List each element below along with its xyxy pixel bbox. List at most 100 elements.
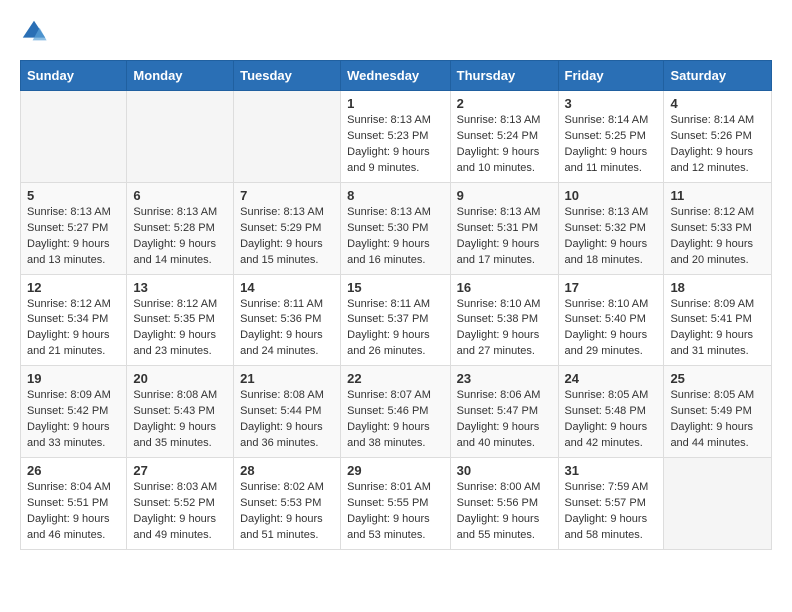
day-number: 30: [457, 463, 552, 478]
day-number: 7: [240, 188, 334, 203]
day-info: Sunrise: 8:11 AMSunset: 5:37 PMDaylight:…: [347, 297, 444, 361]
day-info: Sunrise: 8:13 AMSunset: 5:23 PMDaylight:…: [347, 113, 444, 177]
calendar-cell: 11 Sunrise: 8:12 AMSunset: 5:33 PMDayligh…: [664, 182, 772, 274]
day-number: 1: [347, 96, 444, 111]
day-info: Sunrise: 8:13 AMSunset: 5:24 PMDaylight:…: [457, 113, 552, 177]
calendar-cell: 1 Sunrise: 8:13 AMSunset: 5:23 PMDaylight…: [341, 91, 451, 183]
day-info: Sunrise: 8:03 AMSunset: 5:52 PMDaylight:…: [133, 480, 227, 544]
calendar-cell: 26 Sunrise: 8:04 AMSunset: 5:51 PMDayligh…: [21, 458, 127, 550]
day-number: 28: [240, 463, 334, 478]
calendar-cell: 10 Sunrise: 8:13 AMSunset: 5:32 PMDayligh…: [558, 182, 664, 274]
day-info: Sunrise: 8:00 AMSunset: 5:56 PMDaylight:…: [457, 480, 552, 544]
calendar-cell: 14 Sunrise: 8:11 AMSunset: 5:36 PMDayligh…: [234, 274, 341, 366]
calendar-cell: 30 Sunrise: 8:00 AMSunset: 5:56 PMDayligh…: [450, 458, 558, 550]
day-number: 2: [457, 96, 552, 111]
day-number: 19: [27, 371, 120, 386]
week-row-5: 26 Sunrise: 8:04 AMSunset: 5:51 PMDayligh…: [21, 458, 772, 550]
logo-icon: [20, 18, 48, 46]
day-info: Sunrise: 8:05 AMSunset: 5:48 PMDaylight:…: [565, 388, 658, 452]
day-info: Sunrise: 8:02 AMSunset: 5:53 PMDaylight:…: [240, 480, 334, 544]
calendar-cell: 4 Sunrise: 8:14 AMSunset: 5:26 PMDaylight…: [664, 91, 772, 183]
day-info: Sunrise: 8:11 AMSunset: 5:36 PMDaylight:…: [240, 297, 334, 361]
day-info: Sunrise: 8:13 AMSunset: 5:32 PMDaylight:…: [565, 205, 658, 269]
calendar-cell: [21, 91, 127, 183]
day-number: 4: [670, 96, 765, 111]
day-info: Sunrise: 8:05 AMSunset: 5:49 PMDaylight:…: [670, 388, 765, 452]
calendar-cell: 19Sunrise: 8:09 AMSunset: 5:42 PMDayligh…: [21, 366, 127, 458]
day-number: 11: [670, 188, 765, 203]
calendar-cell: 5Sunrise: 8:13 AMSunset: 5:27 PMDaylight…: [21, 182, 127, 274]
calendar-cell: 20 Sunrise: 8:08 AMSunset: 5:43 PMDayligh…: [127, 366, 234, 458]
day-info: Sunrise: 8:08 AMSunset: 5:43 PMDaylight:…: [133, 388, 227, 452]
calendar-cell: 23Sunrise: 8:06 AMSunset: 5:47 PMDayligh…: [450, 366, 558, 458]
day-info: Sunrise: 8:01 AMSunset: 5:55 PMDaylight:…: [347, 480, 444, 544]
day-info: Sunrise: 8:07 AMSunset: 5:46 PMDaylight:…: [347, 388, 444, 452]
calendar-cell: 21 Sunrise: 8:08 AMSunset: 5:44 PMDayligh…: [234, 366, 341, 458]
calendar-cell: 29 Sunrise: 8:01 AMSunset: 5:55 PMDayligh…: [341, 458, 451, 550]
calendar-cell: 15 Sunrise: 8:11 AMSunset: 5:37 PMDayligh…: [341, 274, 451, 366]
day-info: Sunrise: 8:13 AMSunset: 5:30 PMDaylight:…: [347, 205, 444, 269]
weekday-header-sunday: Sunday: [21, 61, 127, 91]
calendar-cell: 12Sunrise: 8:12 AMSunset: 5:34 PMDayligh…: [21, 274, 127, 366]
week-row-4: 19Sunrise: 8:09 AMSunset: 5:42 PMDayligh…: [21, 366, 772, 458]
calendar-cell: 18 Sunrise: 8:09 AMSunset: 5:41 PMDayligh…: [664, 274, 772, 366]
day-info: Sunrise: 8:09 AMSunset: 5:41 PMDaylight:…: [670, 297, 765, 361]
day-info: Sunrise: 8:08 AMSunset: 5:44 PMDaylight:…: [240, 388, 334, 452]
day-number: 15: [347, 280, 444, 295]
day-info: Sunrise: 8:12 AMSunset: 5:35 PMDaylight:…: [133, 297, 227, 361]
calendar-cell: 28 Sunrise: 8:02 AMSunset: 5:53 PMDayligh…: [234, 458, 341, 550]
day-info: Sunrise: 7:59 AMSunset: 5:57 PMDaylight:…: [565, 480, 658, 544]
calendar-cell: 27 Sunrise: 8:03 AMSunset: 5:52 PMDayligh…: [127, 458, 234, 550]
day-info: Sunrise: 8:13 AMSunset: 5:28 PMDaylight:…: [133, 205, 227, 269]
day-number: 25: [670, 371, 765, 386]
day-number: 20: [133, 371, 227, 386]
day-number: 9: [457, 188, 552, 203]
calendar-cell: 22Sunrise: 8:07 AMSunset: 5:46 PMDayligh…: [341, 366, 451, 458]
weekday-header-thursday: Thursday: [450, 61, 558, 91]
calendar-table: SundayMondayTuesdayWednesdayThursdayFrid…: [20, 60, 772, 550]
day-number: 24: [565, 371, 658, 386]
calendar-cell: 8Sunrise: 8:13 AMSunset: 5:30 PMDaylight…: [341, 182, 451, 274]
day-number: 17: [565, 280, 658, 295]
calendar-cell: 3 Sunrise: 8:14 AMSunset: 5:25 PMDaylight…: [558, 91, 664, 183]
weekday-header-tuesday: Tuesday: [234, 61, 341, 91]
header: [20, 18, 772, 46]
weekday-header-monday: Monday: [127, 61, 234, 91]
day-number: 18: [670, 280, 765, 295]
day-info: Sunrise: 8:04 AMSunset: 5:51 PMDaylight:…: [27, 480, 120, 544]
day-number: 13: [133, 280, 227, 295]
calendar-cell: 17 Sunrise: 8:10 AMSunset: 5:40 PMDayligh…: [558, 274, 664, 366]
calendar-cell: [127, 91, 234, 183]
calendar-cell: 25 Sunrise: 8:05 AMSunset: 5:49 PMDayligh…: [664, 366, 772, 458]
day-info: Sunrise: 8:13 AMSunset: 5:31 PMDaylight:…: [457, 205, 552, 269]
day-number: 31: [565, 463, 658, 478]
day-info: Sunrise: 8:13 AMSunset: 5:29 PMDaylight:…: [240, 205, 334, 269]
day-info: Sunrise: 8:14 AMSunset: 5:26 PMDaylight:…: [670, 113, 765, 177]
logo: [20, 18, 52, 46]
weekday-header-wednesday: Wednesday: [341, 61, 451, 91]
calendar-cell: [234, 91, 341, 183]
day-number: 26: [27, 463, 120, 478]
day-info: Sunrise: 8:10 AMSunset: 5:38 PMDaylight:…: [457, 297, 552, 361]
day-number: 12: [27, 280, 120, 295]
day-info: Sunrise: 8:10 AMSunset: 5:40 PMDaylight:…: [565, 297, 658, 361]
day-number: 23: [457, 371, 552, 386]
week-row-3: 12Sunrise: 8:12 AMSunset: 5:34 PMDayligh…: [21, 274, 772, 366]
day-number: 21: [240, 371, 334, 386]
day-info: Sunrise: 8:14 AMSunset: 5:25 PMDaylight:…: [565, 113, 658, 177]
day-number: 27: [133, 463, 227, 478]
calendar-cell: 7 Sunrise: 8:13 AMSunset: 5:29 PMDaylight…: [234, 182, 341, 274]
calendar-cell: [664, 458, 772, 550]
calendar-cell: 2 Sunrise: 8:13 AMSunset: 5:24 PMDaylight…: [450, 91, 558, 183]
calendar-cell: 13 Sunrise: 8:12 AMSunset: 5:35 PMDayligh…: [127, 274, 234, 366]
day-number: 16: [457, 280, 552, 295]
day-number: 3: [565, 96, 658, 111]
weekday-header-row: SundayMondayTuesdayWednesdayThursdayFrid…: [21, 61, 772, 91]
day-number: 10: [565, 188, 658, 203]
day-number: 29: [347, 463, 444, 478]
calendar-cell: 16 Sunrise: 8:10 AMSunset: 5:38 PMDayligh…: [450, 274, 558, 366]
day-info: Sunrise: 8:12 AMSunset: 5:33 PMDaylight:…: [670, 205, 765, 269]
day-number: 14: [240, 280, 334, 295]
calendar-cell: 6 Sunrise: 8:13 AMSunset: 5:28 PMDaylight…: [127, 182, 234, 274]
day-number: 6: [133, 188, 227, 203]
